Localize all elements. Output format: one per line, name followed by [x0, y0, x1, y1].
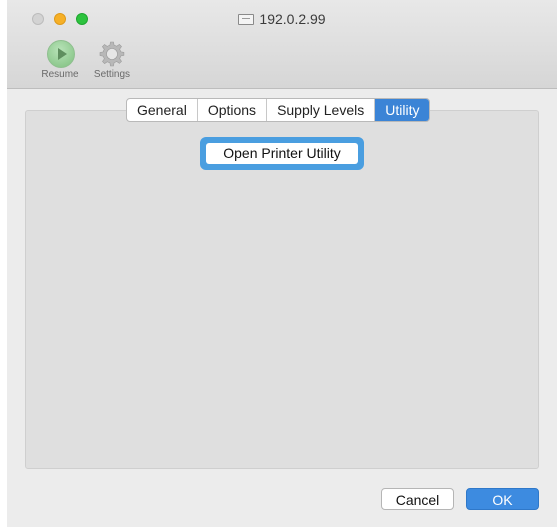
window-title: 192.0.2.99: [7, 9, 557, 29]
tab-general[interactable]: General: [127, 99, 198, 121]
open-printer-utility-button[interactable]: Open Printer Utility: [206, 143, 358, 164]
tab-options[interactable]: Options: [198, 99, 268, 121]
titlebar: 192.0.2.99 Resume Settings: [7, 0, 557, 89]
cancel-button[interactable]: Cancel: [381, 488, 454, 510]
settings-button[interactable]: Settings: [87, 38, 137, 81]
open-printer-utility-focus-ring: Open Printer Utility: [200, 137, 364, 170]
tab-bar: General Options Supply Levels Utility: [126, 98, 431, 122]
resume-label: Resume: [41, 69, 79, 80]
window-title-text: 192.0.2.99: [259, 11, 326, 27]
ok-button[interactable]: OK: [466, 488, 539, 510]
printer-dialog-window: 192.0.2.99 Resume Settings General Optio…: [7, 0, 557, 527]
tab-supply-levels[interactable]: Supply Levels: [267, 99, 376, 121]
resume-button[interactable]: Resume: [37, 38, 83, 81]
gear-icon: [99, 41, 125, 67]
tab-utility[interactable]: Utility: [375, 99, 430, 121]
play-icon: [47, 40, 75, 68]
printer-queue-icon: [238, 14, 255, 25]
settings-label: Settings: [93, 69, 131, 80]
